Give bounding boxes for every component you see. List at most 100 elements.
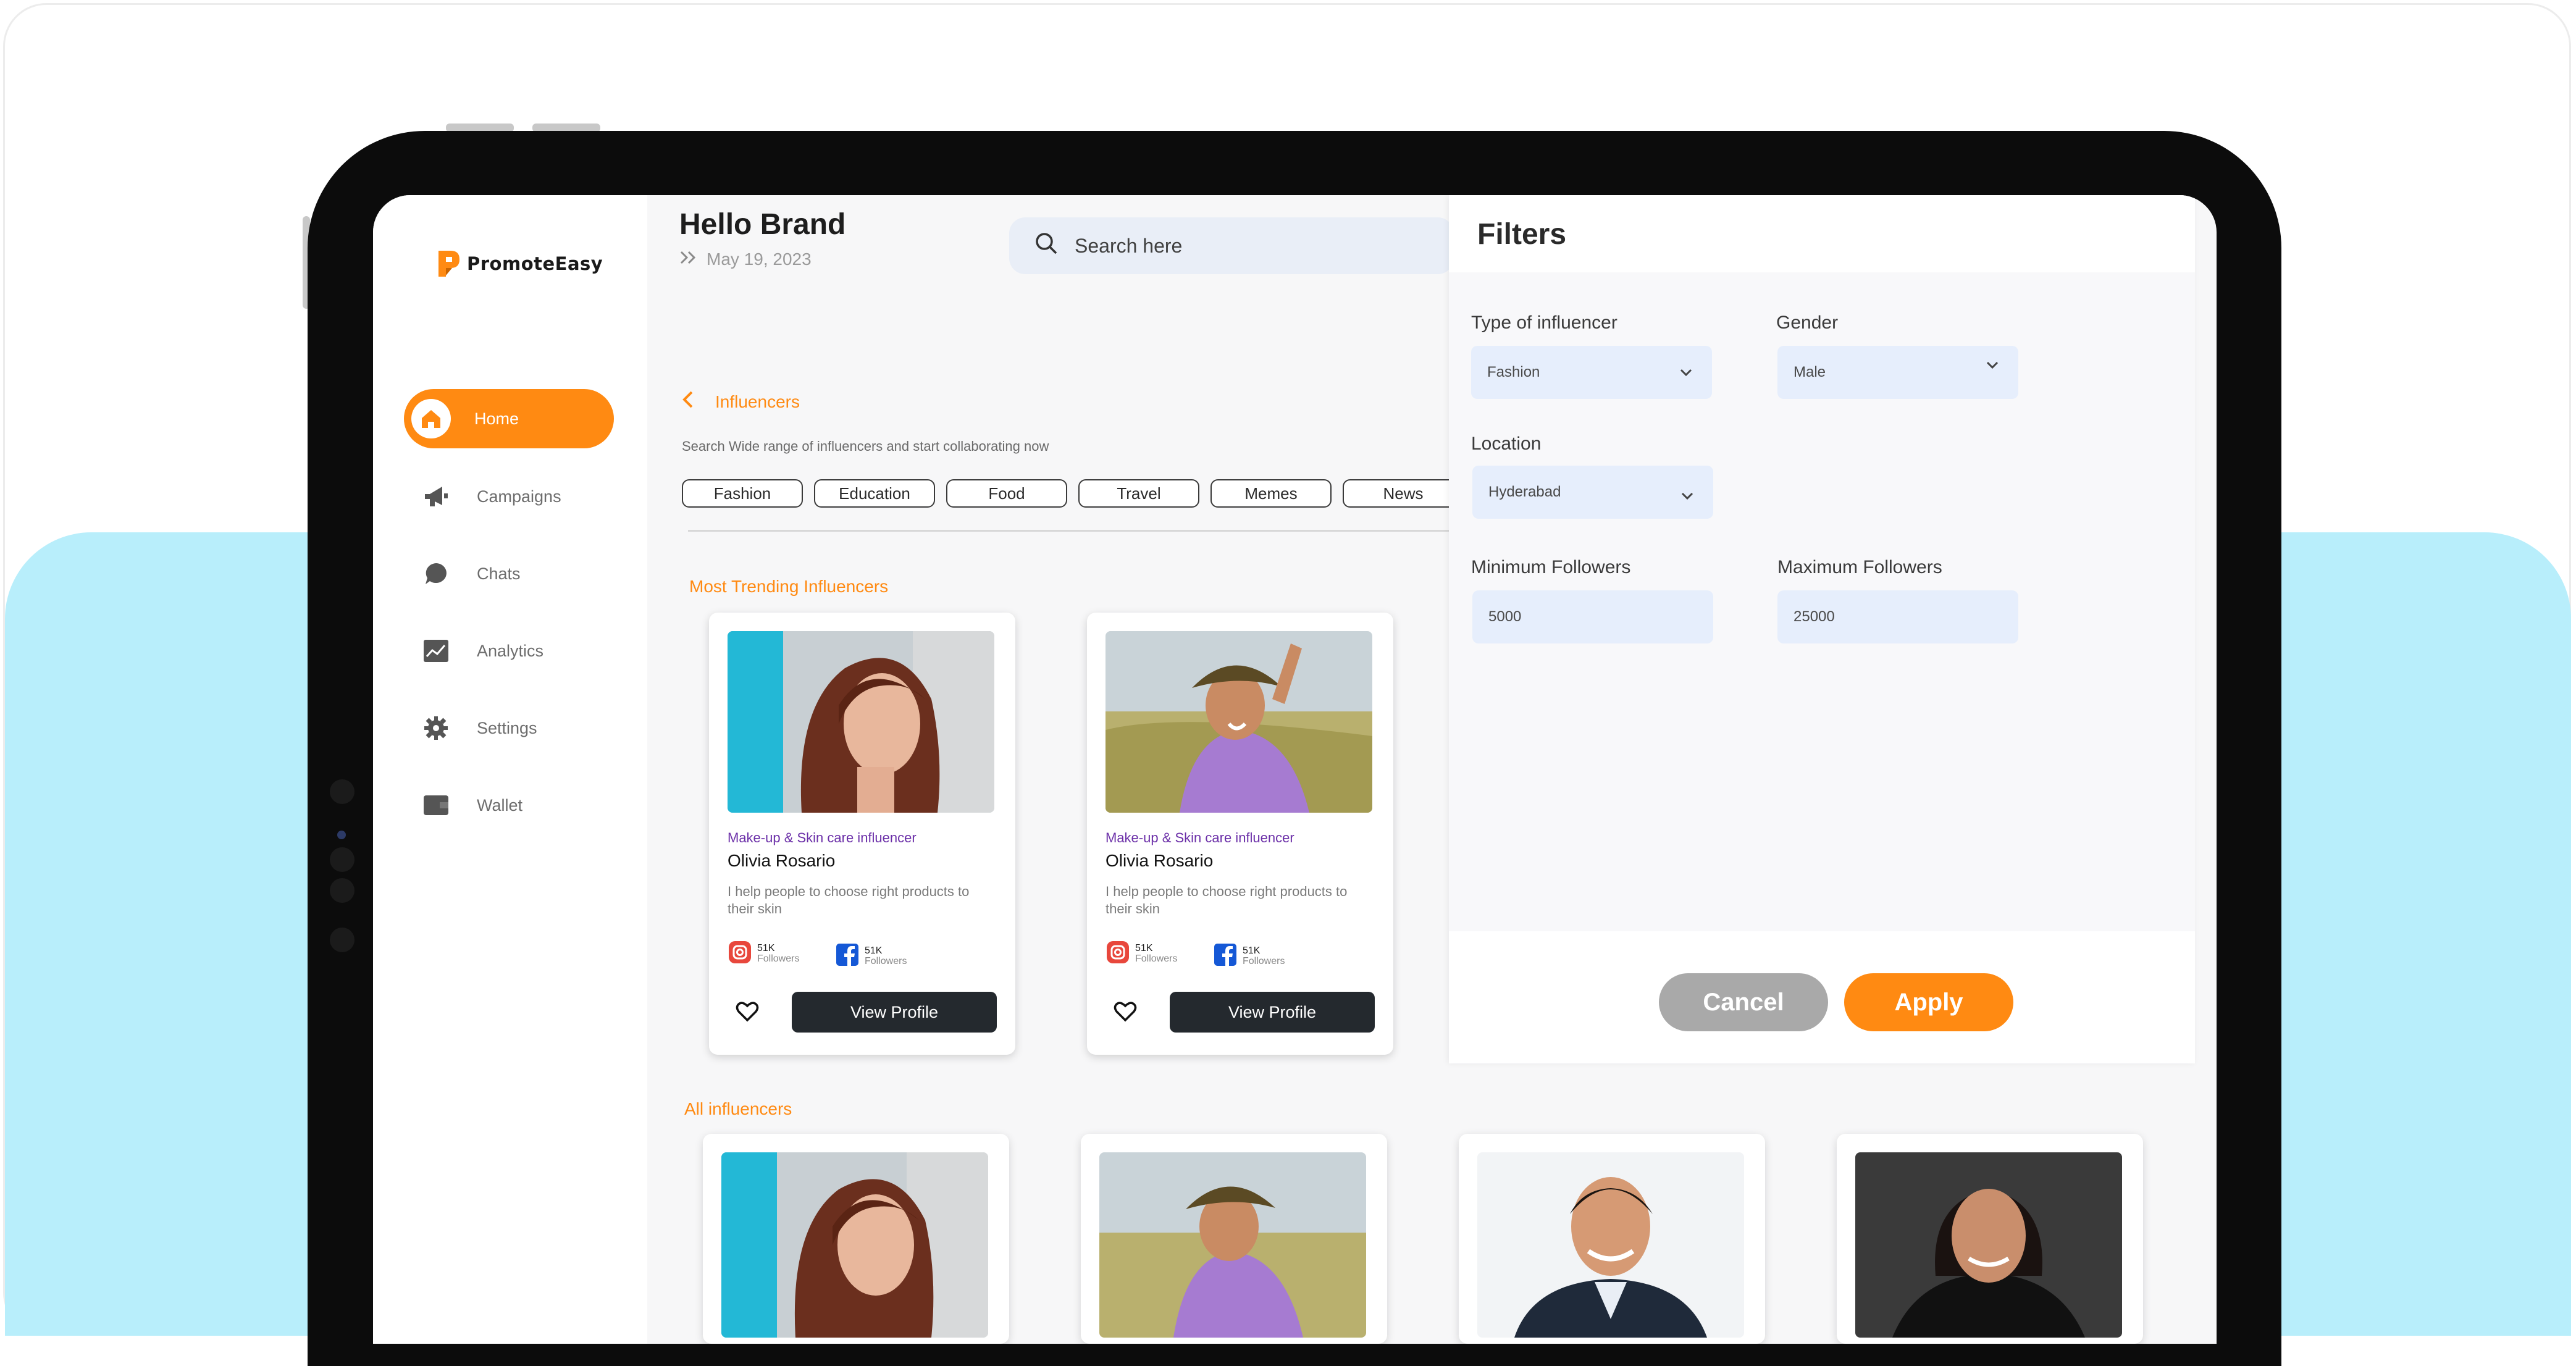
sidebar-item-chats[interactable]: Chats <box>404 544 614 603</box>
sidebar-item-label: Analytics <box>477 641 544 660</box>
app-screen: PromoteEasy Home Campaigns Chats Analyti… <box>373 195 2217 1344</box>
category-chips: Fashion Education Food Travel Memes News <box>682 479 1464 508</box>
filters-header: Filters <box>1449 195 2195 272</box>
chevron-down-icon <box>1680 488 1695 505</box>
location-value: Hyderabad <box>1488 484 1561 500</box>
instagram-stat: 51K Followers <box>1105 940 1177 968</box>
sidebar-item-label: Campaigns <box>477 487 561 506</box>
location-select[interactable]: Hyderabad <box>1472 466 1713 519</box>
max-followers-label: Maximum Followers <box>1777 557 1942 577</box>
type-label: Type of influencer <box>1471 312 1617 333</box>
instagram-stat: 51K Followers <box>728 940 799 968</box>
filters-title: Filters <box>1477 218 1567 251</box>
influencer-name: Olivia Rosario <box>1105 851 1214 870</box>
megaphone-icon <box>421 482 451 511</box>
sidebar-item-home[interactable]: Home <box>404 389 614 448</box>
view-profile-button[interactable]: View Profile <box>1170 992 1375 1033</box>
view-profile-button[interactable]: View Profile <box>792 992 997 1033</box>
category-chip-education[interactable]: Education <box>814 479 935 508</box>
category-chip-travel[interactable]: Travel <box>1078 479 1199 508</box>
category-chip-news[interactable]: News <box>1343 479 1464 508</box>
gender-value: Male <box>1794 364 1826 380</box>
influencer-description: I help people to choose right products t… <box>1105 884 1348 916</box>
filters-panel: Filters Type of influencer Fashion Gende… <box>1449 195 2195 1063</box>
analytics-icon <box>421 636 451 666</box>
influencer-name: Olivia Rosario <box>728 851 836 870</box>
follower-count: 51K <box>1243 945 1261 956</box>
search-placeholder: Search here <box>1075 234 1183 257</box>
influencer-card[interactable]: Make-up & Skin care influencer Olivia Ro… <box>1087 613 1393 1055</box>
logo-icon <box>435 248 462 279</box>
influencer-photo <box>1099 1152 1366 1338</box>
influencer-category: Make-up & Skin care influencer <box>728 830 917 845</box>
sidebar-item-settings[interactable]: Settings <box>404 698 614 758</box>
follower-count: 51K <box>1135 942 1153 953</box>
influencer-card[interactable] <box>703 1134 1009 1344</box>
page-title: Hello Brand <box>679 208 846 241</box>
influencer-description: I help people to choose right products t… <box>728 884 970 916</box>
influencer-photo <box>1105 631 1372 813</box>
sidebar-item-analytics[interactable]: Analytics <box>404 621 614 681</box>
category-chip-fashion[interactable]: Fashion <box>682 479 803 508</box>
gender-label: Gender <box>1776 312 1839 333</box>
sidebar-item-wallet[interactable]: Wallet <box>404 776 614 835</box>
apply-button[interactable]: Apply <box>1844 973 2013 1031</box>
facebook-icon <box>1213 942 1238 970</box>
influencer-photo <box>721 1152 988 1338</box>
influencer-photo <box>728 631 994 813</box>
sensor-dot <box>330 928 355 952</box>
sensor-dot <box>330 779 355 804</box>
type-value: Fashion <box>1487 364 1540 380</box>
trending-section-title: Most Trending Influencers <box>689 577 889 596</box>
cancel-button[interactable]: Cancel <box>1659 973 1828 1031</box>
influencer-card[interactable] <box>1459 1134 1765 1344</box>
back-arrow-icon[interactable] <box>682 390 694 413</box>
date-text: May 19, 2023 <box>707 249 812 269</box>
search-input[interactable]: Search here <box>1009 217 1454 274</box>
influencer-card[interactable]: Make-up & Skin care influencer Olivia Ro… <box>709 613 1015 1055</box>
min-followers-input[interactable]: 5000 <box>1472 590 1713 643</box>
min-followers-label: Minimum Followers <box>1471 557 1631 577</box>
wallet-icon <box>421 790 451 820</box>
double-chevron-icon <box>679 249 698 269</box>
follower-label: Followers <box>757 953 800 964</box>
follower-count: 51K <box>865 945 883 956</box>
sidebar-item-label: Wallet <box>477 795 523 815</box>
follower-count: 51K <box>757 942 775 953</box>
sidebar: PromoteEasy Home Campaigns Chats Analyti… <box>373 195 647 1344</box>
influencer-card[interactable] <box>1081 1134 1387 1344</box>
breadcrumb[interactable]: Influencers <box>682 390 800 413</box>
sidebar-item-label: Settings <box>477 718 537 737</box>
heart-icon[interactable] <box>1113 999 1138 1024</box>
influencer-photo <box>1477 1152 1744 1338</box>
influencer-card[interactable] <box>1837 1134 2143 1344</box>
max-followers-input[interactable]: 25000 <box>1777 590 2018 643</box>
app-logo[interactable]: PromoteEasy <box>435 248 603 279</box>
gear-icon <box>421 713 451 743</box>
breadcrumb-label: Influencers <box>715 392 800 411</box>
page-subtitle: Search Wide range of influencers and sta… <box>682 438 1049 454</box>
facebook-icon <box>835 942 860 970</box>
heart-icon[interactable] <box>735 999 760 1024</box>
home-icon <box>411 399 451 438</box>
category-chip-food[interactable]: Food <box>946 479 1067 508</box>
gender-select[interactable]: Male <box>1777 346 2018 399</box>
logo-text: PromoteEasy <box>467 253 603 274</box>
location-label: Location <box>1471 434 1542 454</box>
search-icon <box>1034 231 1059 261</box>
facebook-stat: 51K Followers <box>1213 942 1285 970</box>
follower-label: Followers <box>865 955 907 966</box>
camera-lens <box>337 831 346 839</box>
chat-bubble-icon <box>421 559 451 589</box>
type-select[interactable]: Fashion <box>1471 346 1712 399</box>
sidebar-item-label: Chats <box>477 564 521 583</box>
chevron-down-icon <box>1679 364 1693 382</box>
date-row: May 19, 2023 <box>679 249 812 269</box>
category-chip-memes[interactable]: Memes <box>1210 479 1332 508</box>
follower-label: Followers <box>1243 955 1285 966</box>
influencer-photo <box>1855 1152 2122 1338</box>
filters-footer: Cancel Apply <box>1449 931 2195 1063</box>
instagram-icon <box>728 940 752 968</box>
divider <box>688 530 1454 532</box>
sidebar-item-campaigns[interactable]: Campaigns <box>404 467 614 526</box>
